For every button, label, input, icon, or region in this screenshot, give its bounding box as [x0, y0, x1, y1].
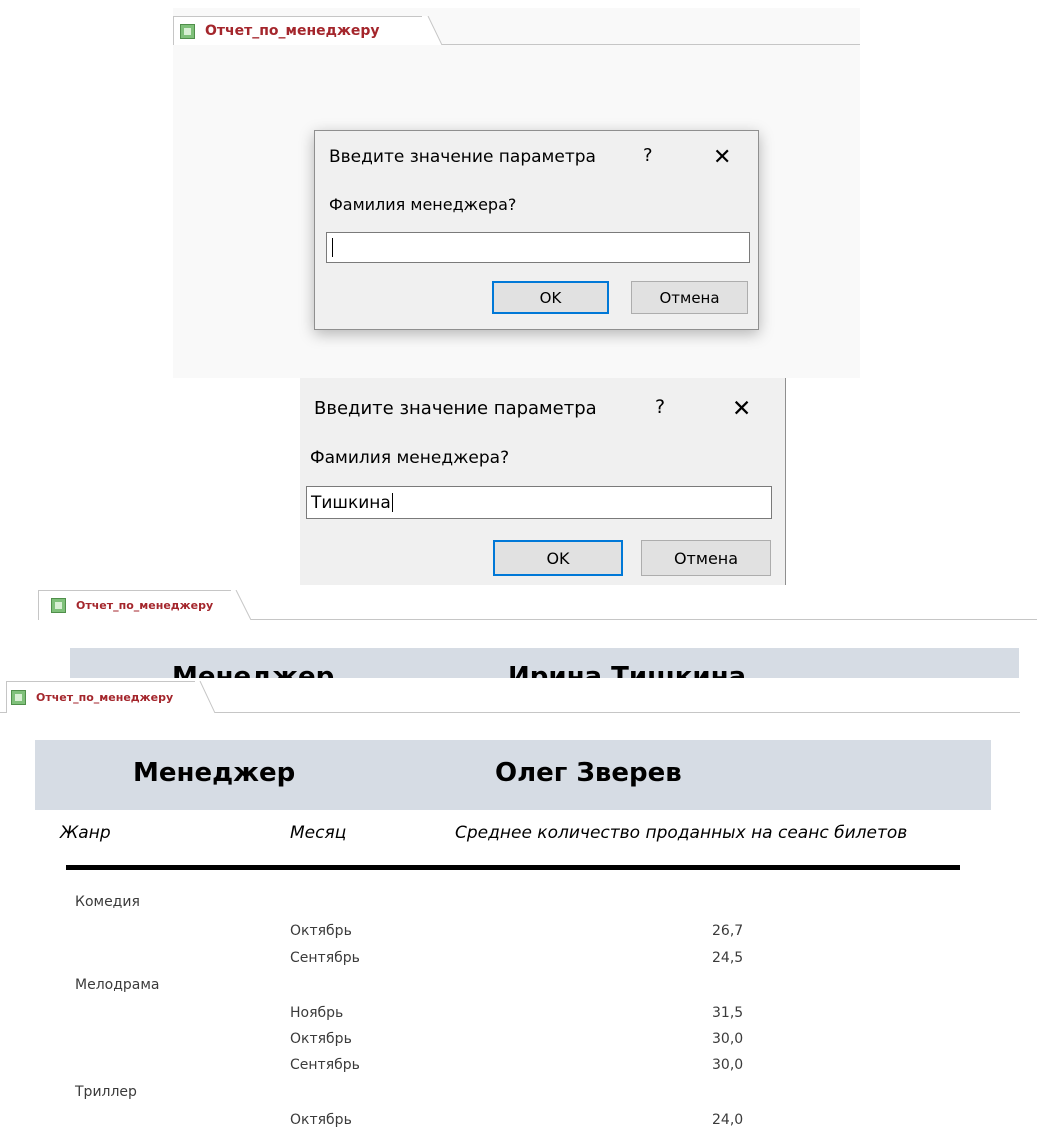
header-label: Менеджер: [172, 662, 335, 678]
text-caret: [332, 238, 333, 257]
dialog-title: Введите значение параметра: [314, 398, 597, 419]
prompt-label: Фамилия менеджера?: [310, 448, 510, 468]
report-header-band: Менеджер Олег Зверев: [35, 740, 991, 810]
tab-slant-edge: [231, 590, 251, 620]
report-icon: [180, 23, 195, 39]
cancel-button[interactable]: Отмена: [641, 540, 771, 576]
tab-slant-edge: [195, 681, 215, 713]
report-tab-4[interactable]: Отчет_по_менеджеру: [6, 681, 196, 713]
value-cell: 30,0: [712, 1031, 744, 1047]
genre-label: Комедия: [75, 894, 140, 910]
report-window-4: Отчет_по_менеджеру Менеджер Олег Зверев …: [0, 678, 1037, 1135]
genre-label: Мелодрама: [75, 977, 160, 993]
prompt-label: Фамилия менеджера?: [329, 195, 517, 214]
report-window-1: Отчет_по_менеджеру Введите значение пара…: [173, 8, 860, 378]
value-cell: 31,5: [712, 1005, 744, 1021]
column-header-genre: Жанр: [60, 823, 111, 843]
month-cell: Сентябрь: [290, 950, 360, 966]
value-cell: 30,0: [712, 1057, 744, 1073]
report-tab-1[interactable]: Отчет_по_менеджеру: [173, 16, 423, 45]
parameter-input[interactable]: Тишкина: [306, 486, 772, 519]
month-cell: Ноябрь: [290, 1005, 344, 1021]
dialog-title: Введите значение параметра: [329, 147, 596, 167]
input-value: Тишкина: [311, 492, 391, 513]
ok-button[interactable]: OK: [492, 281, 609, 314]
parameter-dialog-2: Введите значение параметра ? ✕ Фамилия м…: [300, 378, 786, 585]
ok-button[interactable]: OK: [493, 540, 623, 576]
genre-label: Триллер: [75, 1084, 137, 1100]
report-tab-label: Отчет_по_менеджеру: [205, 23, 380, 39]
report-tab-label: Отчет_по_менеджеру: [76, 599, 214, 612]
column-header-month: Месяц: [290, 823, 347, 843]
parameter-input[interactable]: [326, 232, 750, 263]
manager-name: Олег Зверев: [495, 758, 682, 788]
text-caret: [391, 493, 393, 512]
cancel-button[interactable]: Отмена: [631, 281, 748, 314]
tab-slant-edge: [422, 16, 442, 45]
value-cell: 26,7: [712, 923, 744, 939]
month-cell: Октябрь: [290, 1031, 352, 1047]
report-window-3: Отчет_по_менеджеру Менеджер Ирина Тишкин…: [38, 586, 1037, 678]
month-cell: Октябрь: [290, 923, 352, 939]
header-divider: [66, 865, 960, 870]
close-icon[interactable]: ✕: [732, 398, 751, 421]
value-cell: 24,5: [712, 950, 744, 966]
month-cell: Октябрь: [290, 1112, 352, 1128]
value-cell: 24,0: [712, 1112, 744, 1128]
parameter-dialog-1: Введите значение параметра ? ✕ Фамилия м…: [314, 130, 759, 330]
manager-name: Ирина Тишкина: [508, 662, 747, 678]
report-header-band: Менеджер Ирина Тишкина: [70, 648, 1019, 678]
close-icon[interactable]: ✕: [713, 147, 731, 169]
column-header-avg-tickets: Среднее количество проданных на сеанс би…: [455, 823, 908, 843]
month-cell: Сентябрь: [290, 1057, 360, 1073]
report-icon: [51, 598, 66, 613]
header-label: Менеджер: [133, 758, 296, 788]
help-icon[interactable]: ?: [655, 396, 665, 418]
report-icon: [11, 690, 26, 705]
report-tab-label: Отчет_по_менеджеру: [36, 691, 174, 704]
help-icon[interactable]: ?: [643, 145, 653, 166]
report-tab-3[interactable]: Отчет_по_менеджеру: [38, 590, 232, 620]
